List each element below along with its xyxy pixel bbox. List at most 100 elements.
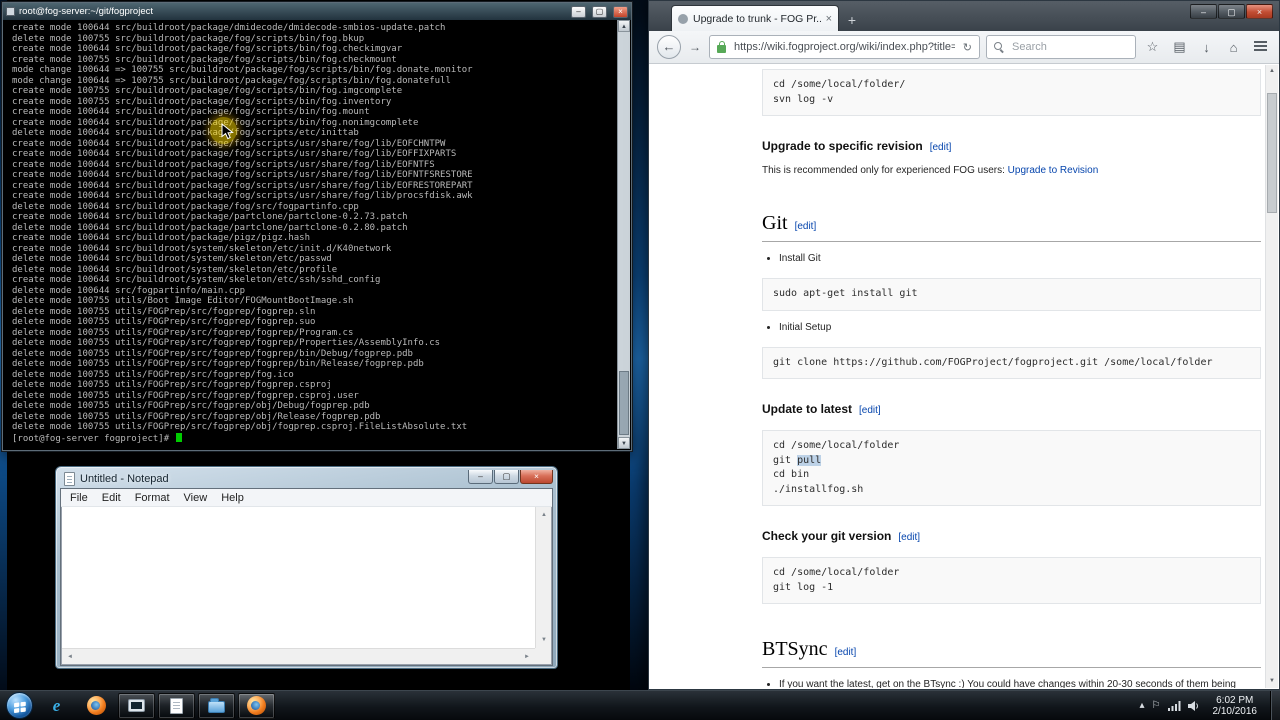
clock-date: 2/10/2016 xyxy=(1212,705,1258,717)
heading-text: BTSync xyxy=(762,638,828,660)
taskbar-ie-button[interactable]: e xyxy=(38,693,75,719)
notepad-menu-item[interactable]: Format xyxy=(128,490,177,506)
upgrade-to-revision-link[interactable]: Upgrade to Revision xyxy=(1008,165,1099,176)
heading-upgrade-revision: Upgrade to specific revision [edit] xyxy=(762,137,1261,155)
search-input[interactable] xyxy=(1010,40,1128,54)
firefox-icon xyxy=(87,696,106,715)
code-block-update: cd /some/local/folder git pull cd bin ./ins… xyxy=(762,430,1261,506)
terminal-maximize-button[interactable]: ▢ xyxy=(592,5,607,18)
taskbar-terminal-button[interactable] xyxy=(118,692,155,719)
terminal-output[interactable]: create mode 100644 src/buildroot/package… xyxy=(4,20,617,449)
notepad-maximize-button[interactable]: ▢ xyxy=(494,470,519,484)
scroll-right-icon[interactable]: ► xyxy=(519,649,535,664)
terminal-line: create mode 100644 src/buildroot/package… xyxy=(12,191,473,201)
scroll-down-icon[interactable]: ▼ xyxy=(1266,675,1278,688)
edit-link[interactable]: [edit] xyxy=(859,405,881,416)
terminal-line: create mode 100644 src/buildroot/system/… xyxy=(12,275,381,285)
code-line: svn log -v xyxy=(773,93,834,105)
browser-scrollbar[interactable]: ▲ ▼ xyxy=(1265,65,1278,688)
volume-icon[interactable] xyxy=(1187,700,1200,711)
code-line: ./installfog.sh xyxy=(773,483,864,495)
url-input[interactable] xyxy=(732,40,957,54)
edit-link[interactable]: [edit] xyxy=(898,532,920,543)
terminal-line: create mode 100644 src/buildroot/package… xyxy=(12,138,446,149)
browser-tab[interactable]: Upgrade to trunk - FOG Pr... × xyxy=(671,5,839,31)
notepad-menu-item[interactable]: File xyxy=(63,490,95,506)
menu-icon[interactable] xyxy=(1250,40,1271,54)
bookmarks-menu-icon[interactable]: ▤ xyxy=(1169,39,1190,55)
taskbar-firefox-launcher-button[interactable] xyxy=(78,693,115,719)
refresh-icon[interactable]: ↻ xyxy=(963,41,972,54)
browser-titlebar[interactable]: Upgrade to trunk - FOG Pr... × + – ▢ × xyxy=(649,1,1279,31)
scrollbar-corner xyxy=(535,648,551,664)
terminal-line: delete mode 100755 utils/FOGPrep/src/fog… xyxy=(12,401,370,411)
terminal-prompt: [root@fog-server fogproject]# xyxy=(12,433,175,444)
tab-favicon-icon xyxy=(678,13,688,24)
browser-maximize-button[interactable]: ▢ xyxy=(1218,4,1245,19)
scroll-left-icon[interactable]: ◄ xyxy=(62,649,78,664)
terminal-window-icon xyxy=(128,699,145,712)
notepad-vertical-scrollbar[interactable]: ▲ ▼ xyxy=(535,507,551,648)
taskbar-clock[interactable]: 6:02 PM 2/10/2016 xyxy=(1207,695,1264,717)
terminal-line: delete mode 100755 utils/FOGPrep/src/fog… xyxy=(12,327,354,338)
taskbar-buttons: e xyxy=(38,691,275,720)
scroll-up-icon[interactable]: ▲ xyxy=(536,507,551,523)
notepad-menu-item[interactable]: Edit xyxy=(95,490,128,506)
terminal-minimize-button[interactable]: – xyxy=(571,5,586,18)
start-button[interactable] xyxy=(6,692,33,719)
terminal-close-button[interactable]: × xyxy=(613,5,628,18)
forward-button[interactable]: → xyxy=(687,40,703,54)
address-bar[interactable]: ↻ xyxy=(709,35,980,59)
scroll-up-icon[interactable]: ▲ xyxy=(618,20,630,32)
new-tab-button[interactable]: + xyxy=(839,9,865,31)
notepad-horizontal-scrollbar[interactable]: ◄ ► xyxy=(62,648,535,664)
taskbar-browser-button[interactable] xyxy=(238,692,275,719)
notepad-editor[interactable]: ▲ ▼ ◄ ► xyxy=(61,507,552,665)
terminal-window: root@fog-server:~/git/fogproject – ▢ × c… xyxy=(2,2,632,451)
terminal-line: delete mode 100755 utils/FOGPrep/src/fog… xyxy=(12,317,316,327)
terminal-line: delete mode 100755 utils/FOGPrep/src/fog… xyxy=(12,422,468,432)
show-hidden-icons-chevron[interactable]: ▴ xyxy=(1140,700,1145,711)
terminal-line: create mode 100644 src/buildroot/package… xyxy=(12,180,473,191)
show-desktop-button[interactable] xyxy=(1270,691,1280,720)
taskbar-explorer-button[interactable] xyxy=(198,692,235,719)
downloads-icon[interactable]: ↓ xyxy=(1196,40,1217,55)
firefox-icon xyxy=(247,696,266,715)
scroll-down-icon[interactable]: ▼ xyxy=(536,632,551,648)
browser-close-button[interactable]: × xyxy=(1246,4,1273,19)
tab-close-icon[interactable]: × xyxy=(826,13,832,25)
back-button[interactable]: ← xyxy=(657,35,681,59)
edit-link[interactable]: [edit] xyxy=(835,647,857,658)
notepad-minimize-button[interactable]: – xyxy=(468,470,493,484)
search-bar[interactable] xyxy=(986,35,1136,59)
edit-link[interactable]: [edit] xyxy=(795,221,817,232)
terminal-scrollbar[interactable]: ▲ ▼ xyxy=(617,20,630,449)
notepad-close-button[interactable]: × xyxy=(520,470,553,484)
scroll-up-icon[interactable]: ▲ xyxy=(1266,65,1278,78)
browser-scroll-thumb[interactable] xyxy=(1267,93,1277,213)
terminal-titlebar[interactable]: root@fog-server:~/git/fogproject – ▢ × xyxy=(3,3,631,20)
terminal-line: create mode 100644 src/buildroot/package… xyxy=(12,233,311,243)
code-line: git log -1 xyxy=(773,581,834,593)
action-center-flag-icon[interactable]: ⚐ xyxy=(1152,700,1161,711)
notepad-title: Untitled - Notepad xyxy=(80,472,169,485)
notepad-app-icon xyxy=(64,471,75,486)
windows-flag-icon xyxy=(13,701,26,713)
terminal-line: delete mode 100755 utils/FOGPrep/src/fog… xyxy=(12,380,332,390)
notepad-menu-item[interactable]: Help xyxy=(214,490,251,506)
browser-minimize-button[interactable]: – xyxy=(1190,4,1217,19)
bookmark-star-icon[interactable]: ☆ xyxy=(1142,39,1163,55)
notepad-titlebar[interactable]: Untitled - Notepad – ▢ × xyxy=(60,467,553,488)
code-block-gitlog: cd /some/local/folder git log -1 xyxy=(762,557,1261,604)
terminal-scroll-thumb[interactable] xyxy=(619,371,629,435)
home-icon[interactable]: ⌂ xyxy=(1223,40,1244,55)
terminal-line: create mode 100644 src/buildroot/system/… xyxy=(12,243,392,254)
notepad-menu-item[interactable]: View xyxy=(177,490,215,506)
taskbar-notepad-button[interactable] xyxy=(158,692,195,719)
https-lock-icon[interactable] xyxy=(717,40,726,53)
edit-link[interactable]: [edit] xyxy=(930,142,952,153)
scroll-down-icon[interactable]: ▼ xyxy=(618,437,630,449)
terminal-line: create mode 100644 src/buildroot/package… xyxy=(12,107,370,117)
terminal-app-icon xyxy=(6,7,15,16)
network-icon[interactable] xyxy=(1167,700,1181,711)
